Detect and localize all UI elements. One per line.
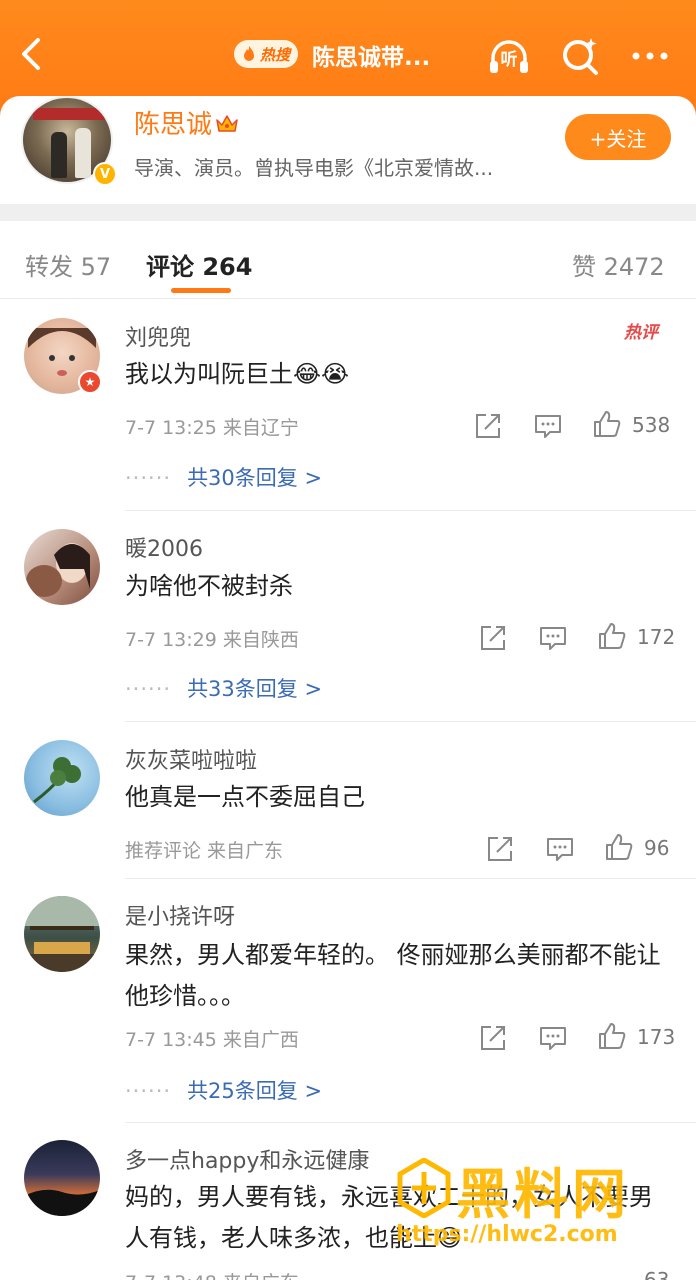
like-count: 96	[644, 836, 670, 860]
member-badge-icon: ★	[78, 370, 102, 394]
commenter-avatar[interactable]	[24, 896, 100, 972]
reply-icon[interactable]	[538, 623, 568, 653]
comment-divider	[125, 878, 696, 879]
comment-meta: 7-7 13:48 来自广东	[125, 1268, 299, 1280]
comment-divider	[125, 1122, 696, 1123]
comment-text: 妈的，男人要有钱，永远喜欢二十的，女人不要男人有钱，老人味多浓，也能上😄	[125, 1183, 653, 1252]
comment-text: 他真是一点不委屈自己	[125, 783, 365, 811]
author-avatar[interactable]: V	[21, 96, 117, 186]
comment-divider	[125, 721, 696, 722]
listen-button[interactable]: 听	[487, 34, 531, 78]
commenter-name[interactable]: 是小挠许呀	[125, 899, 235, 931]
like-icon[interactable]	[597, 621, 627, 651]
share-icon[interactable]	[473, 411, 503, 441]
like-count: 173	[637, 1025, 676, 1049]
comment-text: 为啥他不被封杀	[125, 572, 293, 600]
search-button[interactable]	[558, 34, 602, 78]
sunset-photo-icon	[24, 1189, 100, 1216]
crown-icon	[216, 114, 238, 132]
share-icon[interactable]	[478, 1023, 508, 1053]
comment-meta: 7-7 13:29 来自陕西	[125, 629, 299, 651]
commenter-name[interactable]: 灰灰菜啦啦啦	[125, 743, 257, 775]
like-count: 538	[632, 413, 671, 437]
back-button[interactable]	[14, 34, 50, 74]
like-icon[interactable]	[592, 409, 622, 439]
restaurant-photo-icon	[24, 896, 100, 972]
reply-icon[interactable]	[538, 1023, 568, 1053]
comment-text: 我以为叫阮巨土😂😭	[125, 360, 350, 388]
commenter-name[interactable]: 多一点happy和永远健康	[125, 1143, 369, 1175]
author-card: V 陈思诚 导演、演员。曾执导电影《北京爱情故... +关注	[0, 96, 696, 206]
section-divider	[0, 204, 696, 221]
more-dots-icon	[632, 52, 668, 60]
comment-meta: 7-7 13:45 来自广西	[125, 1029, 299, 1051]
author-description: 导演、演员。曾执导电影《北京爱情故...	[134, 156, 494, 180]
back-arrow-icon	[22, 38, 40, 70]
commenter-name[interactable]: 刘兜兜	[125, 320, 191, 352]
more-button[interactable]	[628, 34, 672, 78]
reply-icon[interactable]	[545, 834, 575, 864]
hot-search-label: 热搜	[260, 45, 291, 64]
commenter-avatar[interactable]	[24, 1140, 100, 1216]
like-icon[interactable]	[604, 832, 634, 862]
share-icon[interactable]	[478, 623, 508, 653]
active-tab-indicator	[171, 288, 231, 293]
hot-comment-badge: 热评	[624, 323, 658, 343]
tab-comments[interactable]: 评论 264	[146, 247, 252, 282]
like-count: 63	[644, 1268, 670, 1280]
comment-meta: 推荐评论 来自广东	[125, 840, 284, 862]
comment-meta: 7-7 13:25 来自辽宁	[125, 417, 299, 439]
comment-divider	[125, 510, 696, 511]
commenter-avatar[interactable]	[24, 529, 100, 605]
share-icon[interactable]	[485, 834, 515, 864]
view-replies-link[interactable]: ······ 共25条回复 >	[125, 1075, 322, 1105]
hot-search-badge[interactable]: 热搜	[234, 40, 299, 68]
like-count: 172	[637, 625, 676, 649]
verified-badge-icon: V	[93, 162, 117, 186]
view-replies-link[interactable]: ······ 共30条回复 >	[125, 462, 322, 492]
tab-repost[interactable]: 转发 57	[25, 247, 111, 282]
follow-button[interactable]: +关注	[565, 114, 671, 160]
author-name: 陈思诚	[134, 110, 213, 140]
view-replies-link[interactable]: ······ 共33条回复 >	[125, 673, 322, 703]
search-icon	[563, 38, 598, 75]
reply-icon[interactable]	[533, 411, 563, 441]
comment-text: 果然，男人都爱年轻的。 佟丽娅那么美丽都不能让他珍惜。。。	[125, 941, 661, 1010]
clover-icon	[33, 757, 81, 804]
commenter-avatar[interactable]	[24, 740, 100, 816]
page-title: 陈思诚带...	[312, 45, 431, 71]
commenter-name[interactable]: 暖2006	[125, 531, 203, 563]
listen-label: 听	[500, 50, 518, 70]
like-icon[interactable]	[597, 1021, 627, 1051]
flame-icon	[244, 46, 254, 61]
tab-likes[interactable]: 赞 2472	[572, 247, 665, 282]
author-name-row[interactable]: 陈思诚	[134, 104, 240, 141]
tab-bar: 转发 57 评论 264 赞 2472	[0, 221, 696, 299]
portrait-icon	[26, 543, 90, 597]
